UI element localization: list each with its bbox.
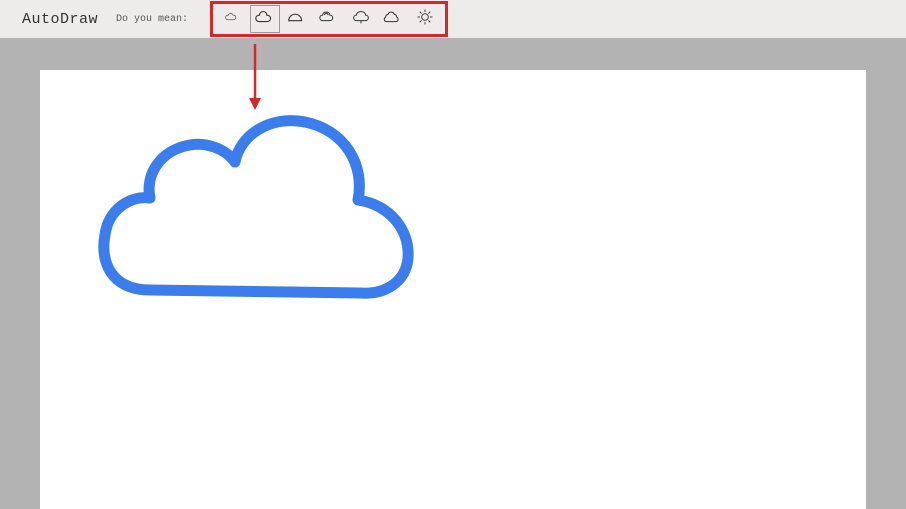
canvas-cloud-drawing: [90, 100, 420, 320]
header-bar: AutoDraw Do you mean:: [0, 0, 906, 38]
cloud-small-icon: [222, 7, 244, 32]
suggestion-cloud-bush[interactable]: [378, 5, 408, 33]
annotation-arrow-icon: [245, 42, 265, 112]
suggestion-sun-burst[interactable]: [410, 5, 440, 33]
cloud-half-icon: [286, 7, 308, 32]
cloud-puffy-icon: [318, 7, 340, 32]
suggestion-cloud-half[interactable]: [282, 5, 312, 33]
cloud-bush-icon: [382, 7, 404, 32]
drawing-canvas[interactable]: [40, 70, 866, 509]
cloud-outline-icon: [254, 7, 276, 32]
suggestion-cloud-small[interactable]: [218, 5, 248, 33]
suggestion-cloud-tree[interactable]: [346, 5, 376, 33]
suggestions-highlight-box: [210, 1, 448, 37]
suggestion-prompt-label: Do you mean:: [116, 14, 188, 25]
suggestion-cloud-puffy[interactable]: [314, 5, 344, 33]
cloud-tree-icon: [350, 7, 372, 32]
app-title: AutoDraw: [22, 11, 98, 28]
suggestion-cloud-outline[interactable]: [250, 5, 280, 33]
sun-burst-icon: [414, 7, 436, 32]
